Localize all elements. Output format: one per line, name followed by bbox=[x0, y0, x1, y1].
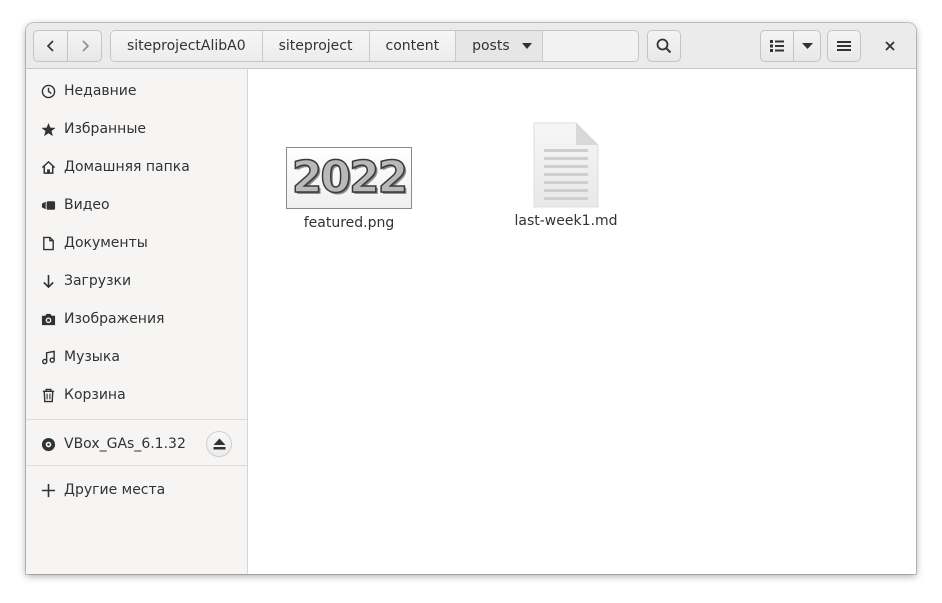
caret-down-icon bbox=[521, 43, 532, 49]
document-icon bbox=[40, 235, 56, 251]
path-bar-empty bbox=[542, 31, 638, 61]
header-bar: siteprojectAlibA0 siteproject content po… bbox=[26, 23, 916, 69]
camera-icon bbox=[40, 311, 56, 327]
sidebar-item-pictures[interactable]: Изображения bbox=[26, 300, 247, 338]
sidebar-item-home[interactable]: Домашняя папка bbox=[26, 148, 247, 186]
sidebar-item-label: VBox_GAs_6.1.32 bbox=[64, 436, 186, 452]
file-name: featured.png bbox=[303, 215, 395, 231]
file-item-last-week1-md[interactable]: last-week1.md bbox=[491, 119, 641, 229]
list-view-icon bbox=[770, 40, 784, 52]
forward-button[interactable] bbox=[67, 30, 102, 62]
sidebar-item-downloads[interactable]: Загрузки bbox=[26, 262, 247, 300]
search-button[interactable] bbox=[647, 30, 681, 62]
breadcrumb-content[interactable]: content bbox=[369, 31, 457, 61]
plus-icon bbox=[40, 482, 56, 498]
sidebar-item-label: Музыка bbox=[64, 349, 120, 365]
sidebar-separator bbox=[26, 465, 247, 466]
sidebar-separator bbox=[26, 419, 247, 420]
clock-icon bbox=[40, 83, 56, 99]
sidebar-item-videos[interactable]: Видео bbox=[26, 186, 247, 224]
file-view: 2022 featured.png last-week1.md bbox=[248, 69, 916, 574]
home-icon bbox=[40, 159, 56, 175]
sidebar-item-label: Домашняя папка bbox=[64, 159, 190, 175]
trash-icon bbox=[40, 387, 56, 403]
hamburger-menu-icon bbox=[837, 41, 851, 51]
sidebar-item-starred[interactable]: Избранные bbox=[26, 110, 247, 148]
back-button[interactable] bbox=[33, 30, 68, 62]
video-icon bbox=[40, 197, 56, 213]
sidebar-item-label: Избранные bbox=[64, 121, 146, 137]
breadcrumb-siteprojectAlibA0[interactable]: siteprojectAlibA0 bbox=[111, 31, 263, 61]
download-icon bbox=[40, 273, 56, 289]
sidebar-item-recent[interactable]: Недавние bbox=[26, 72, 247, 110]
main-menu-button[interactable] bbox=[827, 30, 861, 62]
sidebar: Недавние Избранные Домашняя папка Видео … bbox=[26, 69, 248, 574]
file-item-featured-png[interactable]: 2022 featured.png bbox=[286, 119, 412, 231]
chevron-left-icon bbox=[46, 40, 54, 52]
chevron-right-icon bbox=[81, 40, 89, 52]
sidebar-item-trash[interactable]: Корзина bbox=[26, 376, 247, 414]
eject-icon bbox=[213, 438, 225, 450]
eject-button[interactable] bbox=[206, 431, 232, 457]
close-icon bbox=[885, 41, 895, 51]
sidebar-item-label: Видео bbox=[64, 197, 110, 213]
breadcrumb-siteproject[interactable]: siteproject bbox=[262, 31, 370, 61]
sidebar-item-label: Другие места bbox=[64, 482, 166, 498]
sidebar-item-label: Недавние bbox=[64, 83, 137, 99]
file-manager-window: siteprojectAlibA0 siteproject content po… bbox=[26, 23, 916, 574]
sidebar-item-label: Загрузки bbox=[64, 273, 132, 289]
search-icon bbox=[656, 38, 672, 54]
path-bar: siteprojectAlibA0 siteproject content po… bbox=[110, 30, 639, 62]
sidebar-item-label: Документы bbox=[64, 235, 148, 251]
music-icon bbox=[40, 349, 56, 365]
sidebar-item-documents[interactable]: Документы bbox=[26, 224, 247, 262]
star-icon bbox=[40, 121, 56, 137]
sidebar-item-label: Изображения bbox=[64, 311, 165, 327]
disc-icon bbox=[40, 436, 56, 452]
breadcrumb-posts-label: posts bbox=[472, 38, 510, 54]
view-list-button[interactable] bbox=[760, 30, 794, 62]
text-document-icon bbox=[533, 122, 599, 208]
sidebar-item-label: Корзина bbox=[64, 387, 126, 403]
sidebar-item-music[interactable]: Музыка bbox=[26, 338, 247, 376]
caret-down-icon bbox=[801, 43, 813, 49]
sidebar-item-vbox-device[interactable]: VBox_GAs_6.1.32 bbox=[26, 424, 247, 464]
close-button[interactable] bbox=[878, 34, 902, 58]
file-name: last-week1.md bbox=[514, 213, 618, 229]
breadcrumb-posts[interactable]: posts bbox=[456, 31, 543, 61]
view-options-dropdown[interactable] bbox=[793, 30, 821, 62]
image-thumbnail: 2022 bbox=[286, 147, 412, 209]
sidebar-item-other-locations[interactable]: Другие места bbox=[26, 471, 247, 509]
